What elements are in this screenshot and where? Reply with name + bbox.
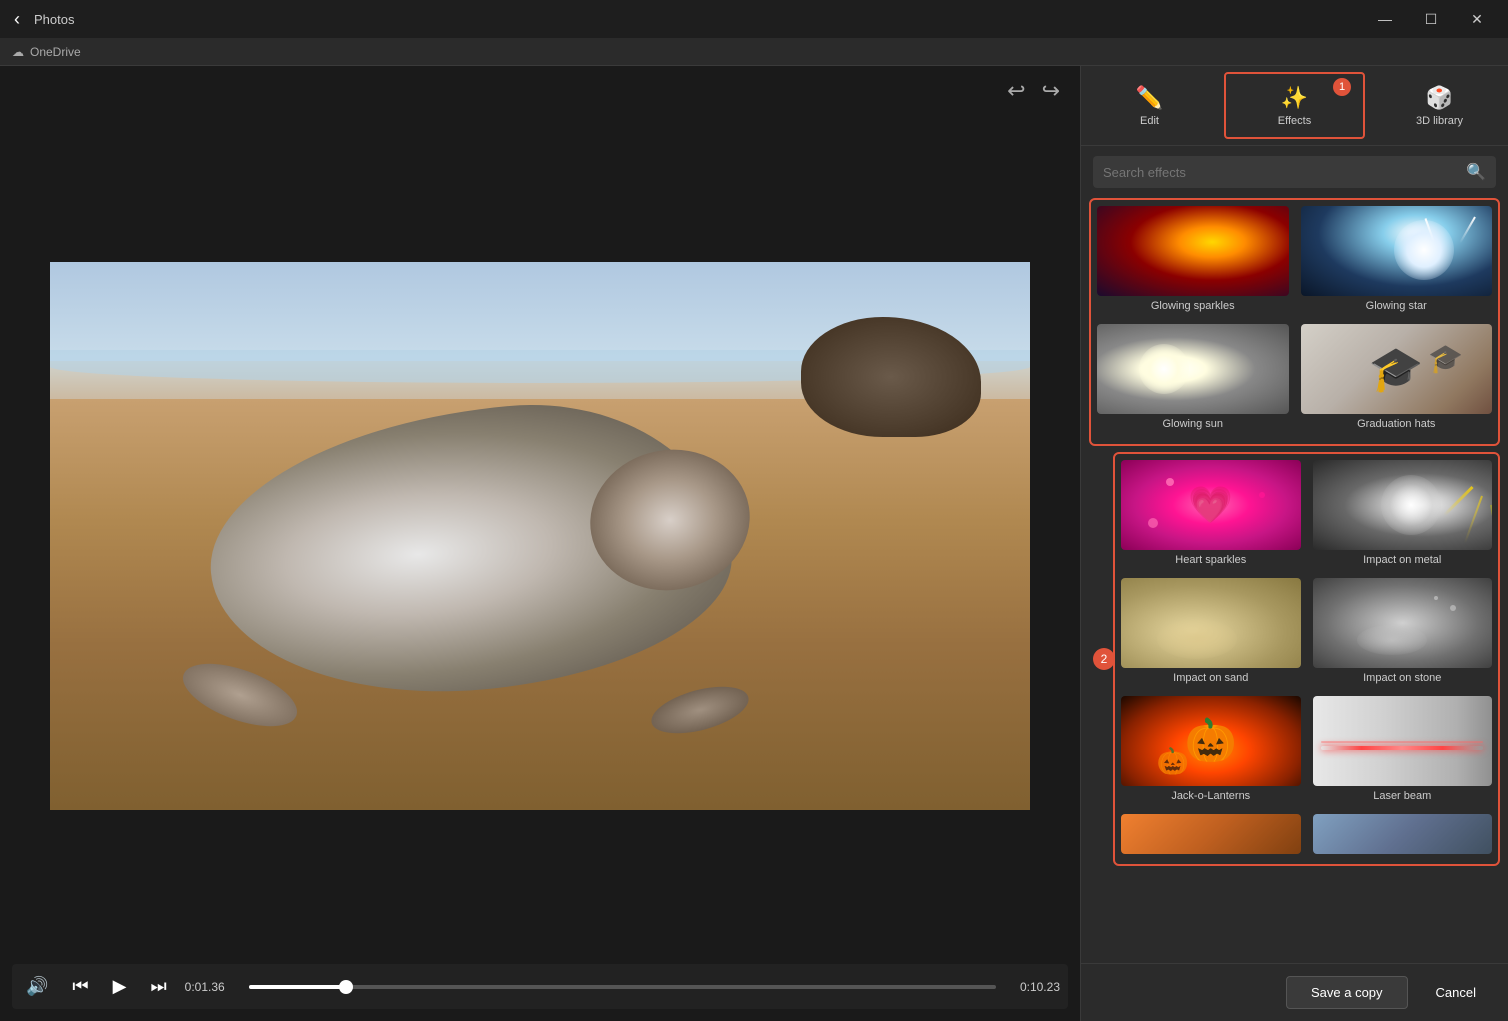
thumb-laser-beam: [1313, 696, 1493, 786]
volume-button[interactable]: 🔊: [20, 974, 54, 999]
onedrive-label-area: ☁ OneDrive: [12, 45, 81, 59]
play-button[interactable]: ▶: [107, 974, 133, 999]
close-button[interactable]: ✕: [1454, 3, 1500, 35]
effects-row-4: Impact on sand Impact on stone: [1119, 576, 1494, 690]
total-time: 0:10.23: [1008, 980, 1060, 994]
thumb-more-1: [1121, 814, 1301, 854]
label-impact-on-sand: Impact on sand: [1171, 668, 1250, 688]
edit-icon: ✏️: [1136, 85, 1163, 111]
back-button[interactable]: ‹: [8, 7, 26, 32]
undo-button[interactable]: ↩: [1007, 78, 1025, 104]
effect-impact-on-stone[interactable]: Impact on stone: [1311, 576, 1495, 690]
search-input[interactable]: [1103, 165, 1458, 180]
video-canvas: [12, 116, 1068, 956]
effects-tabs: ✏️ Edit 1 ✨ Effects 🎲 3D library: [1081, 66, 1508, 146]
action-bar: Save a copy Cancel: [1081, 963, 1508, 1021]
onedrive-label: OneDrive: [30, 45, 81, 59]
current-time: 0:01.36: [185, 980, 237, 994]
effects-row-1: Glowing sparkles Glowing star: [1095, 204, 1494, 318]
label-jack-o-lanterns: Jack-o-Lanterns: [1169, 786, 1252, 806]
tab-edit[interactable]: ✏️ Edit: [1081, 66, 1218, 145]
save-copy-button[interactable]: Save a copy: [1286, 976, 1408, 1009]
label-impact-on-stone: Impact on stone: [1361, 668, 1443, 688]
effects-row-6: [1119, 812, 1494, 856]
main-area: ↩ ↪: [0, 66, 1508, 1021]
thumb-jack-o-lanterns: 🎃 🎃: [1121, 696, 1301, 786]
3d-library-icon: 🎲: [1426, 85, 1453, 111]
editor-toolbar: ↩ ↪: [12, 78, 1068, 104]
search-icon: 🔍: [1466, 162, 1486, 182]
label-laser-beam: Laser beam: [1371, 786, 1433, 806]
thumb-heart-sparkles: 💗: [1121, 460, 1301, 550]
seal-scene: [50, 262, 1030, 810]
tab-edit-label: Edit: [1140, 115, 1159, 127]
thumb-graduation-hats: 🎓 🎓: [1301, 324, 1493, 414]
badge-2: 2: [1093, 648, 1115, 670]
progress-bar[interactable]: [249, 985, 996, 989]
cancel-button[interactable]: Cancel: [1420, 976, 1492, 1009]
effect-more-2[interactable]: [1311, 812, 1495, 856]
effects-row-5: 🎃 🎃 Jack-o-Lanterns Laser beam: [1119, 694, 1494, 808]
thumb-glowing-star: [1301, 206, 1493, 296]
onedrive-bar: ☁ OneDrive: [0, 38, 1508, 66]
effects-grid[interactable]: Glowing sparkles Glowing star: [1081, 198, 1508, 963]
minimize-button[interactable]: —: [1362, 3, 1408, 35]
app-title: Photos: [34, 12, 74, 27]
effect-glowing-star[interactable]: Glowing star: [1299, 204, 1495, 318]
effect-laser-beam[interactable]: Laser beam: [1311, 694, 1495, 808]
redo-button[interactable]: ↪: [1042, 78, 1060, 104]
title-left: ‹ Photos: [8, 7, 74, 32]
effect-glowing-sun[interactable]: Glowing sun: [1095, 322, 1291, 436]
progress-fill: [249, 985, 346, 989]
skip-back-button[interactable]: ⏮: [66, 974, 94, 999]
tab-3d-library[interactable]: 🎲 3D library: [1371, 66, 1508, 145]
label-glowing-sun: Glowing sun: [1160, 414, 1225, 434]
effects-badge: 1: [1333, 78, 1351, 96]
effects-row-2: Glowing sun 🎓 🎓 Graduation hats: [1095, 322, 1494, 436]
effect-more-1[interactable]: [1119, 812, 1303, 856]
effects-icon: ✨: [1281, 85, 1308, 111]
progress-thumb: [339, 980, 353, 994]
effect-impact-on-metal[interactable]: Impact on metal: [1311, 458, 1495, 572]
badge-2-row: 2 💗 Heart sparkles: [1113, 452, 1500, 866]
video-frame: [50, 262, 1030, 810]
skip-forward-button[interactable]: ⏭: [144, 974, 172, 999]
label-impact-on-metal: Impact on metal: [1361, 550, 1443, 570]
tab-effects-label: Effects: [1278, 115, 1311, 127]
tab-effects[interactable]: 1 ✨ Effects: [1224, 72, 1365, 139]
thumb-impact-sand: [1121, 578, 1301, 668]
tab-3d-label: 3D library: [1416, 115, 1463, 127]
effects-selection-group-top: Glowing sparkles Glowing star: [1089, 198, 1500, 446]
effect-graduation-hats[interactable]: 🎓 🎓 Graduation hats: [1299, 322, 1495, 436]
thumb-more-2: [1313, 814, 1493, 854]
label-heart-sparkles: Heart sparkles: [1173, 550, 1248, 570]
effect-glowing-sparkles[interactable]: Glowing sparkles: [1095, 204, 1291, 318]
label-glowing-sparkles: Glowing sparkles: [1149, 296, 1237, 316]
video-panel-inner: ↩ ↪: [12, 78, 1068, 1009]
app-titlebar: ‹ Photos — ☐ ✕: [0, 0, 1508, 38]
effects-row-3: 💗 Heart sparkles: [1119, 458, 1494, 572]
maximize-button[interactable]: ☐: [1408, 3, 1454, 35]
video-panel: ↩ ↪: [0, 66, 1080, 1021]
thumb-impact-stone: [1313, 578, 1493, 668]
thumb-impact-metal: [1313, 460, 1493, 550]
effect-heart-sparkles[interactable]: 💗 Heart sparkles: [1119, 458, 1303, 572]
thumb-glowing-sparkles: [1097, 206, 1289, 296]
onedrive-icon: ☁: [12, 45, 24, 59]
video-controls: 🔊 ⏮ ▶ ⏭ 0:01.36 0:10.23: [12, 964, 1068, 1009]
label-graduation-hats: Graduation hats: [1355, 414, 1437, 434]
thumb-glowing-sun: [1097, 324, 1289, 414]
effects-selection-group-mid: 💗 Heart sparkles: [1113, 452, 1500, 866]
search-bar: 🔍: [1093, 156, 1496, 188]
label-glowing-star: Glowing star: [1364, 296, 1429, 316]
effect-jack-o-lanterns[interactable]: 🎃 🎃 Jack-o-Lanterns: [1119, 694, 1303, 808]
effects-panel: ✏️ Edit 1 ✨ Effects 🎲 3D library 🔍: [1080, 66, 1508, 1021]
window-controls: — ☐ ✕: [1362, 3, 1500, 35]
effect-impact-on-sand[interactable]: Impact on sand: [1119, 576, 1303, 690]
